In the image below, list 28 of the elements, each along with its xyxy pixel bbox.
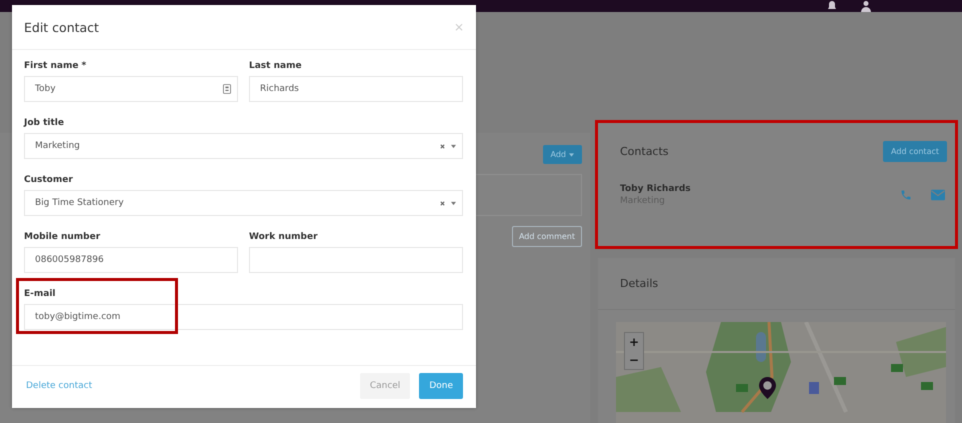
field-label: Mobile number bbox=[24, 232, 100, 242]
input-field[interactable]: 086005987896 bbox=[24, 247, 238, 273]
caret-icon bbox=[569, 152, 574, 156]
field-label: E-mail bbox=[24, 289, 56, 299]
field-label: Work number bbox=[249, 232, 318, 242]
clear-icon[interactable] bbox=[440, 144, 445, 148]
field-label: Last name bbox=[249, 61, 302, 71]
card-title: Contacts bbox=[620, 145, 669, 158]
input-field[interactable]: Toby bbox=[24, 76, 238, 102]
add-comment-button[interactable]: Add comment bbox=[512, 226, 582, 247]
input-field[interactable]: toby@bigtime.com bbox=[24, 304, 463, 330]
card-title: Details bbox=[620, 277, 658, 290]
select-field[interactable]: Big Time Stationery bbox=[24, 190, 463, 216]
input-field[interactable] bbox=[249, 247, 463, 273]
dialog-title: Edit contact bbox=[24, 20, 99, 34]
select-field[interactable]: Marketing bbox=[24, 133, 463, 159]
field-label: First name * bbox=[24, 61, 86, 71]
map-pin-icon bbox=[759, 377, 776, 399]
field-label: Job title bbox=[24, 118, 64, 128]
caret-icon[interactable] bbox=[451, 200, 456, 206]
bell-icon[interactable] bbox=[826, 0, 838, 12]
contact-card-icon bbox=[223, 84, 231, 94]
contact-name[interactable]: Toby Richards bbox=[620, 184, 881, 194]
user-icon[interactable] bbox=[860, 0, 872, 12]
input-field[interactable]: Richards bbox=[249, 76, 463, 102]
field-label: Customer bbox=[24, 175, 73, 185]
caret-icon[interactable] bbox=[451, 144, 456, 148]
clear-icon[interactable] bbox=[440, 200, 445, 206]
